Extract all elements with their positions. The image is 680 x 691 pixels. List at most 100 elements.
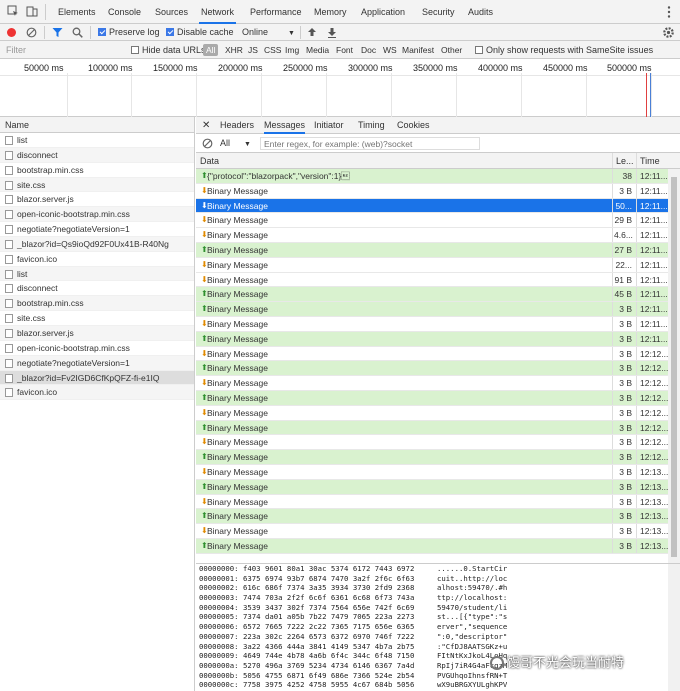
request-row[interactable]: list <box>0 133 194 148</box>
length-column-header[interactable]: Le... <box>616 153 634 169</box>
request-row[interactable]: open-iconic-bootstrap.min.css <box>0 207 194 223</box>
message-row[interactable]: ⬆ Binary Message 45 B 12:11... <box>196 287 680 303</box>
message-row[interactable]: ⬇ Binary Message 3 B 12:13... <box>196 494 680 510</box>
tab-memory[interactable]: Memory <box>312 0 349 24</box>
message-row[interactable]: ⬇ Binary Message 3 B 12:11... <box>196 316 680 332</box>
close-detail-icon[interactable]: ✕ <box>202 117 210 134</box>
type-filter-ws[interactable]: WS <box>380 44 400 56</box>
message-row[interactable]: ⬇ Binary Message 22... 12:11... <box>196 257 680 273</box>
tab-console[interactable]: Console <box>106 0 143 24</box>
messages-scrollbar[interactable] <box>668 169 680 565</box>
request-row[interactable]: site.css <box>0 311 194 326</box>
data-column-header[interactable]: Data <box>200 153 219 169</box>
message-row[interactable]: ⬆ Binary Message 27 B 12:11... <box>196 242 680 258</box>
request-row[interactable]: open-iconic-bootstrap.min.css <box>0 341 194 356</box>
timeline-tick: 50000 ms <box>24 63 64 73</box>
inspect-element-icon[interactable] <box>7 5 19 17</box>
message-row[interactable]: ⬆ Binary Message 3 B 12:12... <box>196 390 680 406</box>
request-row[interactable]: bootstrap.min.css <box>0 163 194 178</box>
settings-gear-icon[interactable] <box>662 26 675 39</box>
samesite-checkbox[interactable]: Only show requests with SameSite issues <box>475 41 653 59</box>
message-row[interactable]: ⬇ Binary Message 3 B 12:12... <box>196 435 680 451</box>
name-column-header[interactable]: Name <box>0 117 194 133</box>
scrollbar-thumb[interactable] <box>671 177 677 557</box>
detail-tab-initiator[interactable]: Initiator <box>314 117 344 134</box>
tab-performance[interactable]: Performance <box>248 0 304 24</box>
filter-input[interactable]: Filter <box>6 41 26 59</box>
device-toolbar-icon[interactable] <box>26 5 38 17</box>
message-row[interactable]: ⬆ Binary Message 3 B 12:12... <box>196 420 680 436</box>
request-row[interactable]: blazor.server.js <box>0 325 194 341</box>
tab-audits[interactable]: Audits <box>466 0 495 24</box>
preserve-log-checkbox[interactable]: Preserve log <box>98 24 160 41</box>
detail-tab-messages[interactable]: Messages <box>264 117 306 134</box>
message-row[interactable]: ⬇ Binary Message 4.6... 12:11... <box>196 228 680 243</box>
message-row[interactable]: ⬇ Binary Message 50... 12:11... <box>196 198 680 214</box>
message-row[interactable]: ⬇ Binary Message 3 B 12:13... <box>196 524 680 539</box>
message-row[interactable]: ⬇ Binary Message 3 B 12:11... <box>196 183 680 199</box>
request-row[interactable]: disconnect <box>0 281 194 297</box>
export-har-icon[interactable] <box>327 27 337 38</box>
message-row[interactable]: ⬆ Binary Message 3 B 12:11... <box>196 302 680 317</box>
hide-data-urls-checkbox[interactable]: Hide data URLs <box>131 41 206 59</box>
request-row[interactable]: list <box>0 266 194 282</box>
tab-application[interactable]: Application <box>359 0 407 24</box>
type-filter-font[interactable]: Font <box>333 44 356 56</box>
throttling-select[interactable]: Online ▼ <box>242 24 295 41</box>
message-row[interactable]: ⬇ Binary Message 91 B 12:11... <box>196 272 680 288</box>
more-options-icon[interactable] <box>664 5 674 19</box>
message-row[interactable]: ⬇ Binary Message 3 B 12:12... <box>196 346 680 362</box>
message-row[interactable]: ⬇ Binary Message 29 B 12:11... <box>196 213 680 229</box>
message-row[interactable]: ⬆ Binary Message 3 B 12:13... <box>196 509 680 525</box>
message-row[interactable]: ⬆ Binary Message 3 B 12:11... <box>196 331 680 347</box>
filter-icon[interactable] <box>52 27 63 38</box>
message-row[interactable]: ⬇ Binary Message 3 B 12:12... <box>196 376 680 391</box>
message-row[interactable]: ⬆ Binary Message 3 B 12:12... <box>196 450 680 465</box>
type-filter-js[interactable]: JS <box>245 44 261 56</box>
type-filter-img[interactable]: Img <box>282 44 302 56</box>
tab-network[interactable]: Network <box>199 0 237 24</box>
message-row[interactable]: ⬇ Binary Message 3 B 12:13... <box>196 464 680 480</box>
clear-icon[interactable] <box>26 27 37 38</box>
type-filter-media[interactable]: Media <box>303 44 332 56</box>
message-row[interactable]: ⬆ Binary Message 3 B 12:12... <box>196 361 680 377</box>
message-type-select[interactable]: All ▼ <box>220 134 251 153</box>
request-row[interactable]: _blazor?id=Fv2IGD6CfKpQFZ-fi-e1IQ <box>0 370 194 386</box>
request-row[interactable]: favicon.ico <box>0 385 194 401</box>
hex-address: 00000001: <box>199 573 239 583</box>
message-row[interactable]: ⬇ Binary Message 3 B 12:12... <box>196 405 680 421</box>
message-row[interactable]: ⬆ Binary Message 3 B 12:13... <box>196 479 680 495</box>
tab-elements[interactable]: Elements <box>56 0 98 24</box>
hex-address: 00000007: <box>199 631 239 641</box>
request-row[interactable]: _blazor?id=Qs9ioQd92F0Ux41B-R40Ng <box>0 236 194 252</box>
type-filter-xhr[interactable]: XHR <box>222 44 246 56</box>
request-row[interactable]: disconnect <box>0 147 194 163</box>
search-icon[interactable] <box>72 27 83 38</box>
tab-security[interactable]: Security <box>420 0 457 24</box>
request-row[interactable]: favicon.ico <box>0 252 194 267</box>
type-filter-other[interactable]: Other <box>438 44 465 56</box>
tab-sources[interactable]: Sources <box>153 0 190 24</box>
import-har-icon[interactable] <box>307 27 317 38</box>
type-filter-css[interactable]: CSS <box>261 44 284 56</box>
disable-cache-checkbox[interactable]: Disable cache <box>166 24 234 41</box>
timeline-overview[interactable]: 50000 ms 100000 ms 150000 ms 200000 ms 2… <box>0 59 680 117</box>
message-row[interactable]: ⬆ Binary Message 3 B 12:13... <box>196 538 680 554</box>
clear-messages-icon[interactable] <box>202 138 213 149</box>
request-row[interactable]: site.css <box>0 177 194 193</box>
type-filter-all[interactable]: All <box>203 44 219 56</box>
record-icon[interactable] <box>6 27 17 38</box>
type-filter-manifest[interactable]: Manifest <box>399 44 437 56</box>
request-row[interactable]: blazor.server.js <box>0 192 194 208</box>
request-row[interactable]: negotiate?negotiateVersion=1 <box>0 355 194 371</box>
message-row[interactable]: ⬆ {"protocol":"blazorpack","version":1} 3… <box>196 169 680 184</box>
message-regex-input[interactable] <box>260 137 480 150</box>
detail-tab-headers[interactable]: Headers <box>220 117 254 134</box>
type-filter-doc[interactable]: Doc <box>358 44 379 56</box>
hex-scrollbar[interactable] <box>668 564 680 691</box>
detail-tab-timing[interactable]: Timing <box>358 117 385 134</box>
request-row[interactable]: negotiate?negotiateVersion=1 <box>0 222 194 237</box>
request-row[interactable]: bootstrap.min.css <box>0 296 194 312</box>
time-column-header[interactable]: Time <box>640 153 660 169</box>
detail-tab-cookies[interactable]: Cookies <box>397 117 430 134</box>
